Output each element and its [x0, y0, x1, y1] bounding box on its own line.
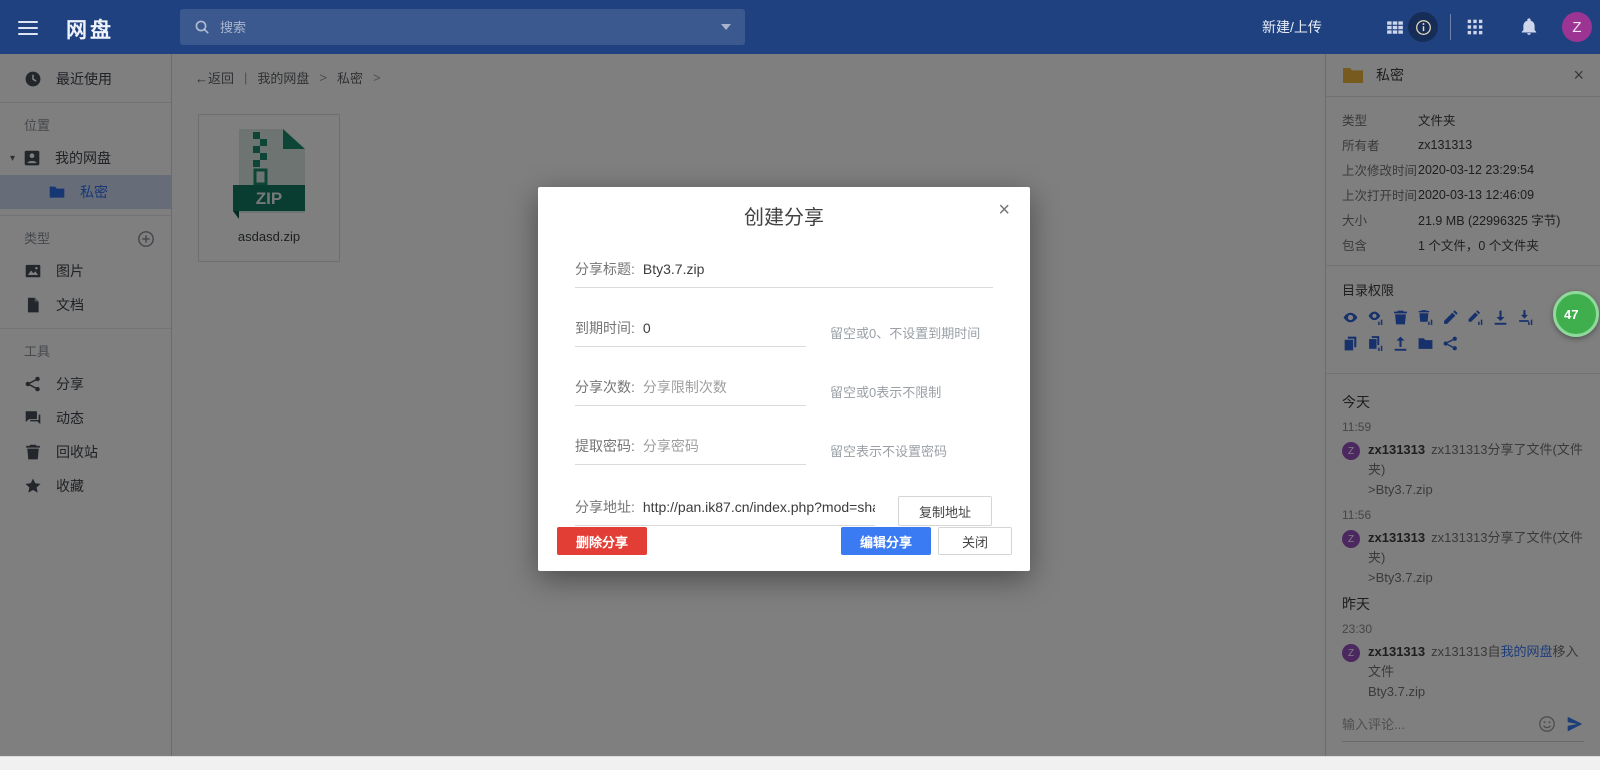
create-share-dialog: 创建分享 × 分享标题: 到期时间: 留空或0、不设置到期时间 分享次数: 留空…	[538, 187, 1030, 571]
close-dialog-button[interactable]: 关闭	[938, 527, 1012, 555]
horizontal-scrollbar-track[interactable]	[0, 756, 1600, 770]
share-title-input[interactable]	[643, 261, 993, 277]
dialog-title: 创建分享	[538, 187, 1030, 230]
search-icon	[194, 19, 210, 35]
expire-time-input[interactable]	[643, 320, 824, 336]
user-avatar[interactable]: Z	[1562, 12, 1592, 42]
share-count-label: 分享次数:	[575, 377, 635, 397]
bell-icon[interactable]	[1520, 18, 1538, 36]
share-url-input[interactable]	[643, 499, 875, 515]
password-label: 提取密码:	[575, 436, 635, 456]
share-count-input[interactable]	[643, 379, 824, 395]
close-icon[interactable]: ×	[998, 199, 1010, 222]
share-count-hint: 留空或0表示不限制	[830, 382, 941, 401]
header-divider	[1450, 14, 1451, 40]
expire-time-label: 到期时间:	[575, 318, 635, 338]
service-badge[interactable]: 47	[1553, 291, 1599, 337]
password-hint: 留空表示不设置密码	[830, 441, 947, 460]
app-title: 网盘	[66, 14, 114, 44]
search-box[interactable]	[180, 9, 745, 45]
new-upload-button[interactable]: 新建/上传	[1262, 0, 1322, 54]
info-icon[interactable]	[1408, 12, 1438, 42]
top-header: 网盘 新建/上传 Z	[0, 0, 1600, 54]
apps-grid-icon[interactable]	[1466, 18, 1484, 36]
delete-share-button[interactable]: 删除分享	[557, 527, 647, 555]
share-url-label: 分享地址:	[575, 497, 635, 517]
search-input[interactable]	[220, 20, 721, 35]
table-view-icon[interactable]	[1386, 18, 1404, 36]
expire-hint: 留空或0、不设置到期时间	[830, 323, 980, 342]
share-title-label: 分享标题:	[575, 259, 635, 279]
menu-icon[interactable]	[18, 17, 38, 37]
copy-url-button[interactable]: 复制地址	[898, 496, 992, 526]
password-input[interactable]	[643, 438, 824, 454]
search-scope-caret-icon[interactable]	[721, 24, 731, 30]
edit-share-button[interactable]: 编辑分享	[841, 527, 931, 555]
